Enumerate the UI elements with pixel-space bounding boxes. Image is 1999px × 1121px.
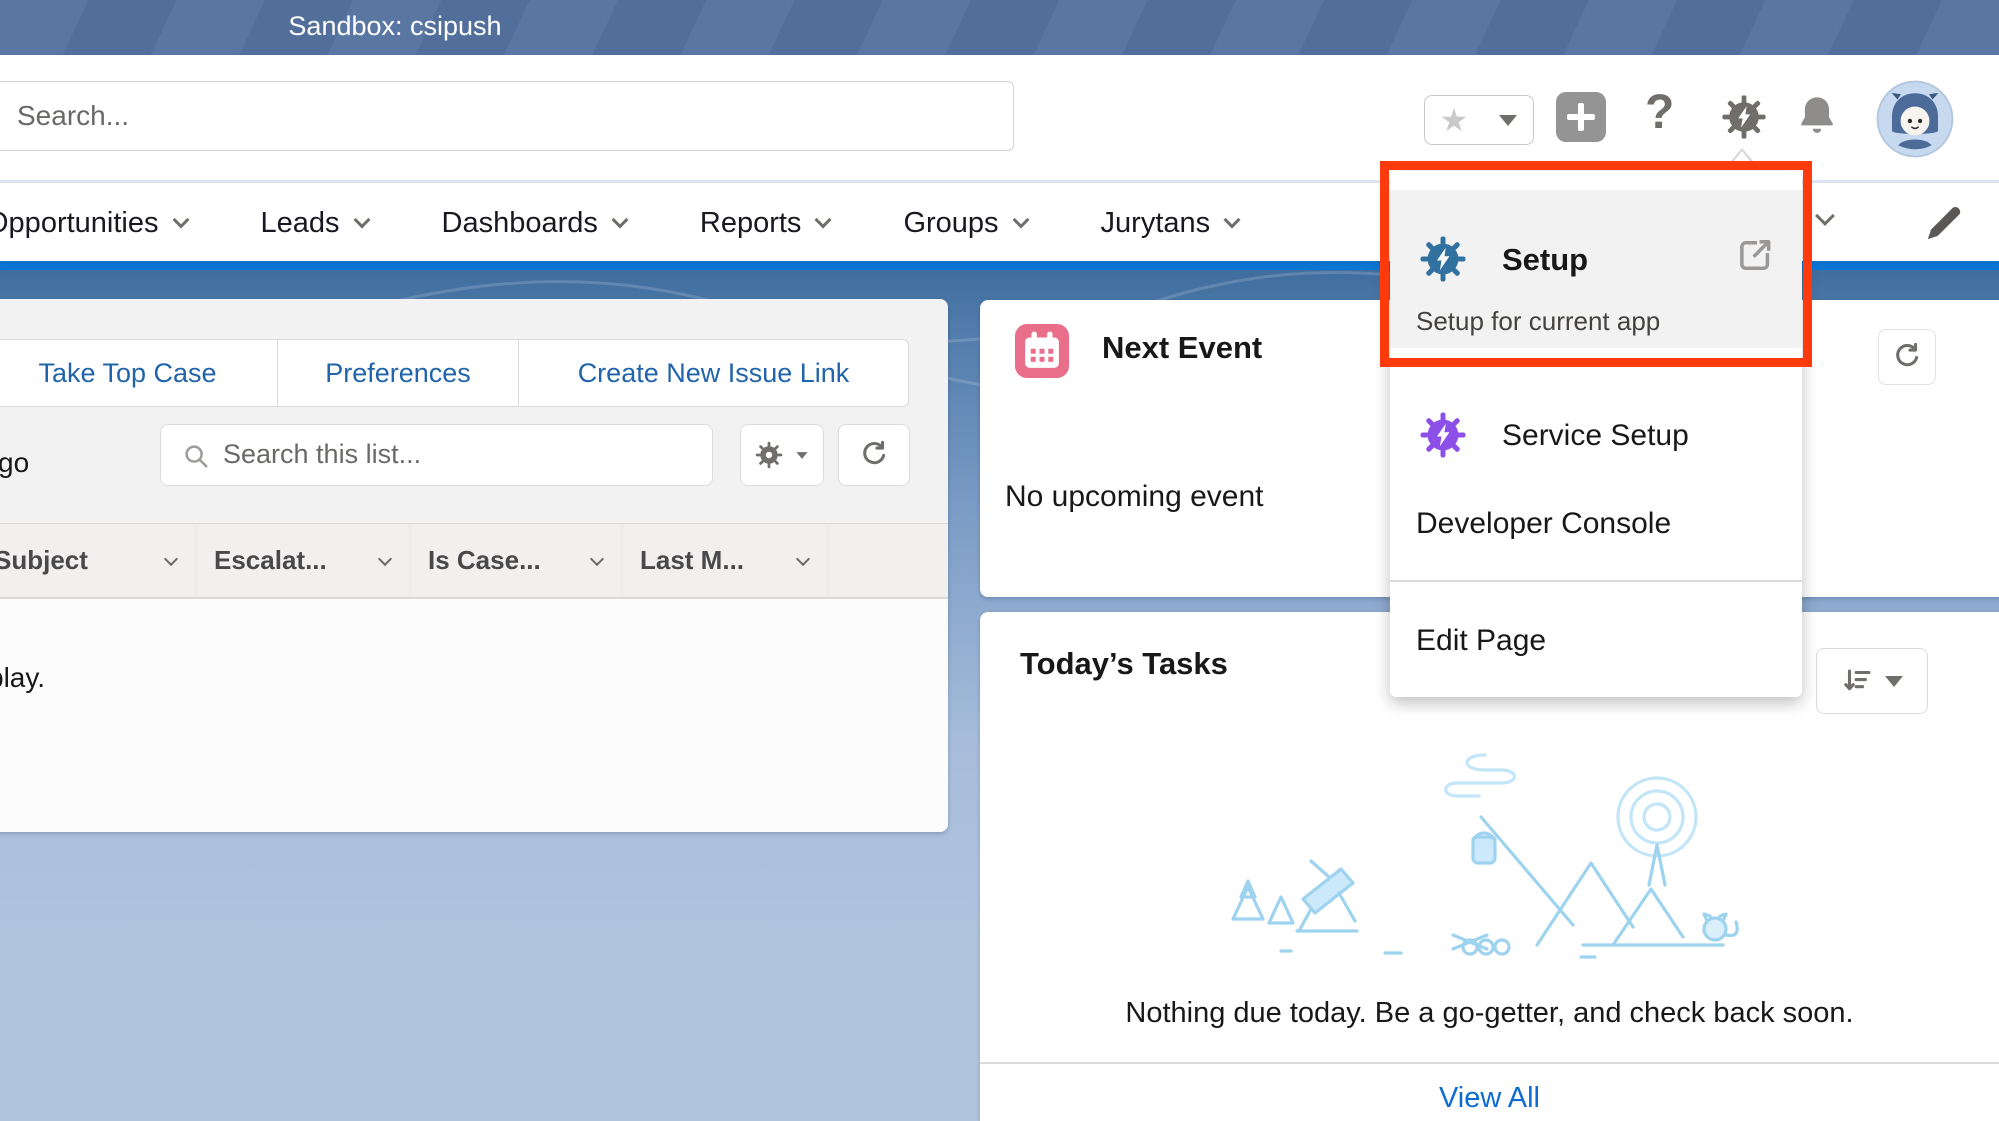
column-is-case[interactable]: Is Case... [412, 524, 620, 596]
tasks-empty-text: Nothing due today. Be a go-getter, and c… [1125, 997, 1854, 1029]
menu-divider [1390, 580, 1802, 582]
list-refresh-button[interactable] [838, 424, 910, 486]
tab-label: Opportunities [0, 206, 159, 239]
favorites-split-button[interactable]: ★ [1424, 95, 1534, 145]
sort-descending-icon [1843, 669, 1870, 691]
tasks-sort-button[interactable] [1816, 648, 1928, 714]
column-last-modified[interactable]: Last M... [624, 524, 826, 596]
case-list-panel: Take Top Case Preferences Create New Iss… [0, 299, 948, 832]
chevron-down-icon [795, 451, 808, 459]
menu-item-setup[interactable]: Setup Setup for current app [1390, 190, 1802, 348]
tab-leads[interactable]: Leads [260, 206, 371, 240]
chevron-down-icon[interactable] [172, 211, 189, 229]
todays-tasks-title: Today’s Tasks [1020, 646, 1228, 681]
view-all-link[interactable]: View All [980, 1082, 1999, 1115]
chevron-down-icon[interactable] [1012, 211, 1030, 229]
next-event-refresh-button[interactable] [1878, 329, 1936, 385]
column-label: Subject [0, 544, 88, 575]
help-icon[interactable]: ? [1645, 85, 1674, 140]
chevron-down-icon[interactable] [814, 211, 832, 229]
chevron-down-icon[interactable] [795, 551, 811, 567]
gear-bolt-blue-icon [1418, 234, 1468, 289]
chevron-down-icon[interactable] [1223, 211, 1241, 229]
column-escalated[interactable]: Escalat... [198, 524, 408, 596]
tab-jurytans[interactable]: Jurytans [1100, 206, 1241, 240]
list-search-input[interactable] [223, 425, 703, 484]
nav-overflow-button[interactable] [1815, 206, 1835, 228]
create-new-issue-link-button[interactable]: Create New Issue Link [519, 339, 909, 407]
preferences-button[interactable]: Preferences [278, 339, 519, 407]
tab-opportunities[interactable]: Opportunities [0, 206, 189, 240]
chevron-down-icon[interactable] [589, 551, 605, 567]
gear-icon [755, 441, 782, 469]
global-header: ★ ? [0, 55, 1999, 181]
case-table-header: Subject Escalat... Is Case... Last M... [0, 523, 948, 599]
list-meta-text-fragment: go [0, 447, 30, 478]
empty-list-text-fragment: splay. [0, 662, 46, 693]
column-subject[interactable]: Subject [0, 524, 194, 596]
search-icon [185, 445, 208, 468]
external-link-icon [1734, 234, 1776, 281]
menu-item-developer-console[interactable]: Developer Console [1416, 507, 1671, 541]
chevron-down-icon[interactable] [163, 551, 179, 567]
global-search-input[interactable] [0, 81, 1014, 151]
tab-groups[interactable]: Groups [903, 206, 1030, 240]
next-event-title: Next Event [1102, 330, 1263, 365]
column-label: Last M... [640, 544, 745, 575]
user-avatar[interactable] [1876, 80, 1954, 158]
setup-dropdown-menu: Setup Setup for current app Service Setu… [1390, 171, 1802, 697]
chevron-down-icon [1498, 114, 1517, 126]
star-icon[interactable]: ★ [1424, 95, 1484, 145]
tab-reports[interactable]: Reports [699, 206, 832, 240]
list-settings-button[interactable] [740, 424, 824, 486]
pencil-icon[interactable] [1922, 201, 1966, 245]
case-table-body: splay. [0, 599, 948, 832]
service-setup-label: Service Setup [1502, 419, 1689, 452]
take-top-case-button[interactable]: Take Top Case [0, 339, 278, 407]
sandbox-banner-label: Sandbox: csipush [288, 11, 502, 41]
tab-label: Reports [699, 206, 802, 239]
menu-item-edit-page[interactable]: Edit Page [1416, 624, 1546, 658]
column-actions [830, 524, 948, 596]
gear-bolt-purple-icon [1418, 410, 1468, 465]
next-event-empty-text: No upcoming event [1005, 480, 1264, 513]
tab-label: Jurytans [1100, 206, 1211, 239]
tab-dashboards[interactable]: Dashboards [441, 206, 629, 240]
chevron-down-icon[interactable] [353, 211, 371, 229]
event-calendar-icon [1015, 324, 1069, 378]
chevron-down-icon[interactable] [377, 551, 393, 567]
chevron-down-icon[interactable] [611, 211, 629, 229]
setup-gear-icon[interactable] [1720, 93, 1768, 141]
bell-icon[interactable] [1794, 92, 1842, 140]
setup-description: Setup for current app [1416, 306, 1661, 336]
sandbox-banner: Sandbox: csipush [0, 0, 1999, 55]
refresh-icon [1896, 342, 1919, 367]
chevron-down-icon [1815, 206, 1835, 226]
chevron-down-icon [1884, 675, 1903, 687]
column-label: Escalat... [214, 544, 327, 575]
camping-scene-illustration [1231, 753, 1739, 959]
list-action-buttons: Take Top Case Preferences Create New Iss… [0, 339, 909, 407]
favorites-dropdown-button[interactable] [1482, 95, 1534, 145]
list-search-box [160, 424, 713, 486]
column-label: Is Case... [428, 544, 541, 575]
tab-label: Leads [260, 206, 340, 239]
setup-label: Setup [1502, 242, 1589, 277]
plus-icon[interactable] [1556, 92, 1606, 142]
divider [980, 1062, 1999, 1064]
tab-label: Dashboards [441, 206, 598, 239]
nav-tabs: Opportunities Leads Dashboards Reports G… [0, 183, 1241, 263]
refresh-icon [863, 440, 886, 465]
tab-label: Groups [903, 206, 999, 239]
